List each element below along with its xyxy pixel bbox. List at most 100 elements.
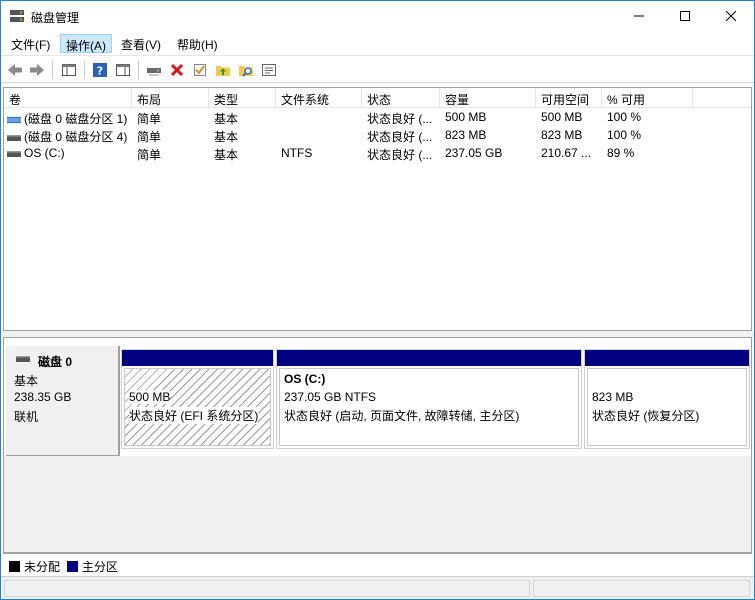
- free-space-cell: 210.67 ...: [541, 146, 592, 160]
- partition-efi[interactable]: 500 MB 状态良好 (EFI 系统分区): [121, 349, 274, 449]
- layout-cell: 简单: [137, 148, 162, 162]
- partition-status: 状态良好 (启动, 页面文件, 故障转储, 主分区): [284, 409, 520, 423]
- table-row[interactable]: OS (C:) 简单 基本 NTFS 状态良好 (... 237.05 GB 2…: [4, 144, 751, 162]
- volume-name: (磁盘 0 磁盘分区 4): [24, 130, 128, 144]
- filesystem-cell: NTFS: [281, 146, 313, 160]
- title-bar[interactable]: 磁盘管理: [1, 1, 754, 31]
- partition-size: 500 MB: [129, 390, 171, 404]
- disk-management-icon: [10, 10, 24, 22]
- connect-drive-button[interactable]: [144, 60, 164, 80]
- check-button[interactable]: [190, 60, 210, 80]
- partition-os-c[interactable]: OS (C:) 237.05 GB NTFS 状态良好 (启动, 页面文件, 故…: [276, 349, 582, 449]
- volume-cell: OS (C:): [4, 144, 132, 162]
- volume-list-pane: 卷 布局 类型 文件系统 状态 容量 可用空间 % 可用 (磁盘 0 磁盘分区 …: [3, 87, 752, 331]
- status-pane-main: [4, 580, 530, 597]
- partition-body: 500 MB 状态良好 (EFI 系统分区): [124, 368, 271, 446]
- disk-size: 238.35 GB: [14, 390, 72, 404]
- delete-button[interactable]: [167, 60, 187, 80]
- folder-search-button[interactable]: [236, 60, 256, 80]
- properties-icon: [262, 64, 276, 76]
- show-pane-button[interactable]: [113, 60, 133, 80]
- volume-name: (磁盘 0 磁盘分区 1): [24, 112, 128, 126]
- primary-partition-bar: [122, 350, 273, 366]
- menu-action[interactable]: 操作(A): [60, 34, 112, 53]
- partition-title: OS (C:): [284, 372, 326, 386]
- percent-free-cell: 100 %: [607, 110, 642, 124]
- partition-status: 状态良好 (恢复分区): [592, 409, 700, 423]
- connect-drive-icon: [147, 68, 161, 76]
- delete-icon: [170, 63, 184, 77]
- percent-free-cell: 100 %: [607, 128, 642, 142]
- window-title: 磁盘管理: [31, 11, 80, 25]
- maximize-button[interactable]: [662, 1, 708, 31]
- column-header-capacity[interactable]: 容量: [440, 88, 536, 108]
- minimize-icon: [634, 15, 644, 17]
- forward-arrow-icon: [30, 64, 44, 76]
- folder-up-icon: [216, 66, 230, 76]
- volume-cell: (磁盘 0 磁盘分区 1): [4, 108, 132, 126]
- partition-recovery[interactable]: 823 MB 状态良好 (恢复分区): [584, 349, 750, 449]
- table-row[interactable]: (磁盘 0 磁盘分区 4) 简单 基本 状态良好 (... 823 MB 823…: [4, 126, 751, 144]
- layout-cell: 简单: [137, 112, 162, 126]
- legend: 未分配 主分区: [3, 553, 752, 575]
- disk-icon: [16, 356, 30, 362]
- capacity-cell: 500 MB: [445, 110, 487, 124]
- folder-up-button[interactable]: [213, 60, 233, 80]
- status-cell: 状态良好 (...: [367, 112, 433, 126]
- menu-view[interactable]: 查看(V): [116, 34, 166, 53]
- column-header-free-space[interactable]: 可用空间: [536, 88, 602, 108]
- disk-type: 基本: [14, 374, 39, 388]
- column-header-volume[interactable]: 卷: [4, 88, 132, 108]
- legend-unallocated: 未分配: [9, 558, 60, 575]
- disk-management-window: 磁盘管理 文件(F) 操作(A) 查看(V) 帮助(H) ? 卷 布局 类型 文…: [0, 0, 755, 600]
- volume-table-header: 卷 布局 类型 文件系统 状态 容量 可用空间 % 可用: [4, 88, 751, 108]
- disk-view-pane: 磁盘 0 基本 238.35 GB 联机 500 MB 状态良好 (EFI 系统…: [3, 337, 752, 553]
- volume-name: OS (C:): [24, 146, 65, 160]
- volume-icon: [7, 134, 21, 141]
- status-bar: [1, 576, 754, 599]
- column-header-filesystem[interactable]: 文件系统: [276, 88, 362, 108]
- column-header-type[interactable]: 类型: [209, 88, 276, 108]
- table-row[interactable]: (磁盘 0 磁盘分区 1) 简单 基本 状态良好 (... 500 MB 500…: [4, 108, 751, 126]
- column-header-layout[interactable]: 布局: [132, 88, 209, 108]
- disk-view-empty-area: [4, 456, 751, 552]
- partition-size: 823 MB: [592, 390, 634, 404]
- filesystem-cell: [276, 126, 362, 144]
- disk-state: 联机: [14, 410, 39, 424]
- show-pane-icon: [116, 64, 130, 76]
- percent-free-cell: 89 %: [607, 146, 635, 160]
- capacity-cell: 823 MB: [445, 128, 487, 142]
- primary-partition-swatch: [67, 561, 78, 572]
- svg-text:?: ?: [97, 65, 103, 78]
- menu-help[interactable]: 帮助(H): [172, 34, 223, 53]
- toolbar-separator: [84, 61, 85, 79]
- minimize-button[interactable]: [616, 1, 662, 31]
- toolbar: ?: [1, 55, 754, 83]
- disk-0-label[interactable]: 磁盘 0 基本 238.35 GB 联机: [6, 346, 120, 456]
- column-header-status[interactable]: 状态: [362, 88, 440, 108]
- capacity-cell: 237.05 GB: [445, 146, 503, 160]
- free-space-cell: 500 MB: [541, 110, 583, 124]
- back-arrow-icon: [8, 64, 22, 76]
- forward-button[interactable]: [27, 60, 47, 80]
- status-cell: 状态良好 (...: [367, 148, 433, 162]
- folder-search-icon: [239, 66, 253, 77]
- maximize-icon: [680, 11, 690, 21]
- menu-file[interactable]: 文件(F): [6, 34, 55, 53]
- show-hide-console-tree-button[interactable]: [59, 60, 79, 80]
- layout-cell: 简单: [137, 130, 162, 144]
- properties-button[interactable]: [259, 60, 279, 80]
- unallocated-swatch: [9, 561, 20, 572]
- console-tree-icon: [62, 64, 76, 76]
- partition-body: OS (C:) 237.05 GB NTFS 状态良好 (启动, 页面文件, 故…: [279, 368, 579, 446]
- toolbar-separator: [138, 61, 139, 79]
- type-cell: 基本: [214, 130, 239, 144]
- partition-size: 237.05 GB NTFS: [284, 390, 377, 404]
- status-cell: 状态良好 (...: [367, 130, 433, 144]
- back-button[interactable]: [5, 60, 25, 80]
- help-button[interactable]: ?: [90, 60, 110, 80]
- primary-partition-bar: [585, 350, 749, 366]
- column-header-percent-free[interactable]: % 可用: [602, 88, 693, 108]
- filesystem-cell: [276, 108, 362, 126]
- close-button[interactable]: [708, 1, 754, 31]
